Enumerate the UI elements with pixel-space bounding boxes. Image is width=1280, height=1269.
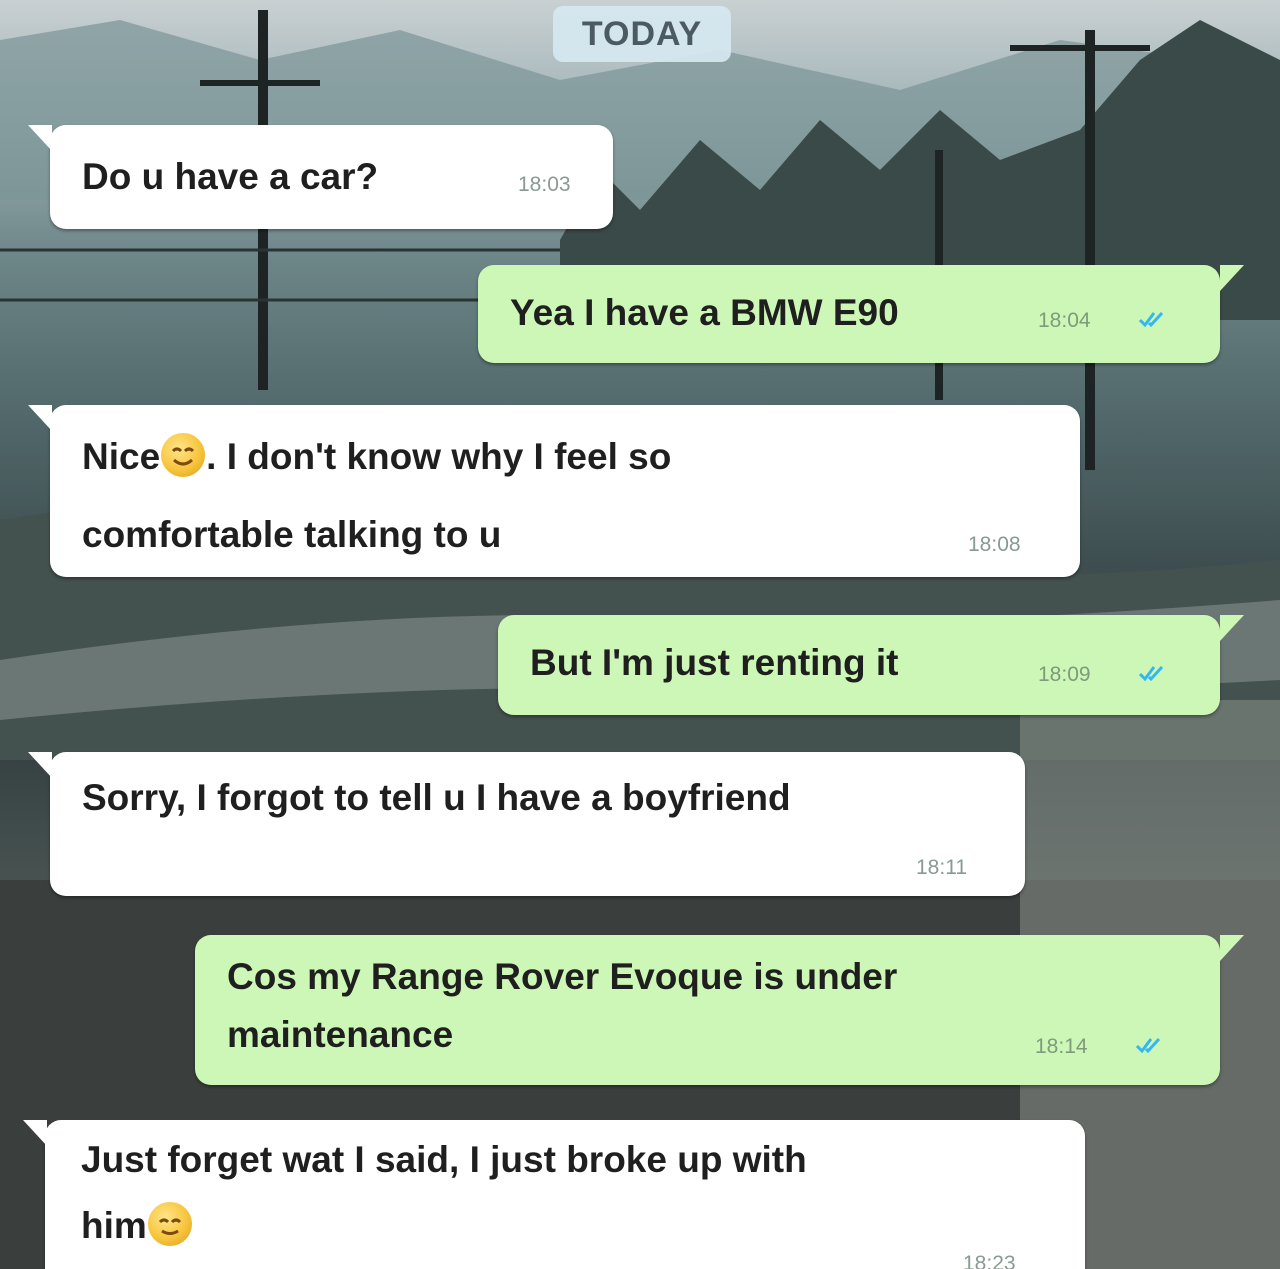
message-time: 18:11 — [916, 856, 967, 879]
smiling-face-emoji — [147, 1202, 192, 1246]
message-time: 18:14 — [1035, 1035, 1088, 1058]
message-time: 18:03 — [518, 173, 571, 196]
smiling-face-emoji — [161, 433, 206, 477]
double-check-icon — [1135, 1037, 1161, 1054]
message-text: Do u have a car? — [82, 156, 379, 197]
message-time: 18:08 — [968, 533, 1021, 556]
date-separator: TODAY — [553, 6, 731, 62]
message-text: Yea I have a BMW E90 — [510, 292, 899, 333]
message-text: Cos my Range Rover Evoque is under — [227, 956, 898, 997]
outgoing-message[interactable]: But I'm just renting it 18:09 — [498, 615, 1244, 715]
incoming-message[interactable]: Nice . I don't know why I feel so comfort… — [28, 405, 1080, 577]
message-text: comfortable talking to u — [82, 514, 502, 555]
message-text-part: . I don't know why I feel so — [206, 436, 672, 477]
message-text: maintenance — [227, 1014, 454, 1055]
double-check-icon — [1138, 665, 1164, 682]
incoming-message[interactable]: Just forget wat I said, I just broke up … — [23, 1120, 1085, 1269]
message-text: Sorry, I forgot to tell u I have a boyfr… — [82, 777, 791, 818]
incoming-message[interactable]: Do u have a car? 18:03 — [28, 125, 613, 229]
message-text: Nice . I don't know why I feel so — [82, 431, 671, 483]
outgoing-message[interactable]: Yea I have a BMW E90 18:04 — [478, 265, 1244, 363]
message-text-part: him — [81, 1205, 147, 1246]
message-text: Just forget wat I said, I just broke up … — [81, 1139, 807, 1180]
message-text: him — [81, 1200, 193, 1252]
outgoing-message[interactable]: Cos my Range Rover Evoque is under maint… — [195, 935, 1244, 1085]
message-text-part: Nice — [82, 436, 161, 477]
message-time: 18:04 — [1038, 309, 1091, 332]
double-check-icon — [1138, 311, 1164, 328]
message-text: But I'm just renting it — [530, 642, 899, 683]
incoming-message[interactable]: Sorry, I forgot to tell u I have a boyfr… — [28, 752, 1025, 896]
message-time: 18:23 — [963, 1252, 1016, 1269]
message-time: 18:09 — [1038, 663, 1091, 686]
